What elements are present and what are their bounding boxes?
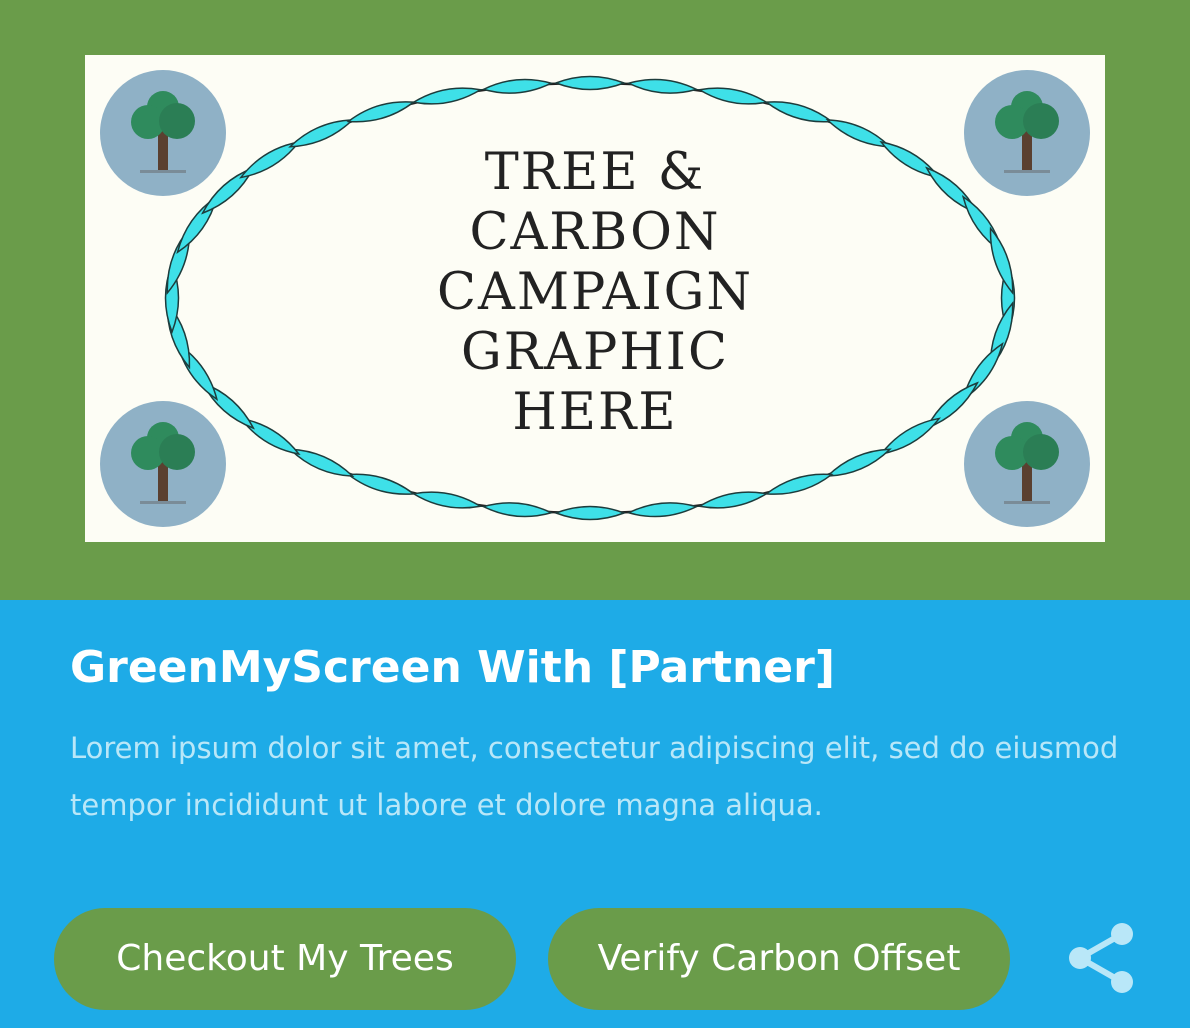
campaign-card: TREE & CARBON CAMPAIGN GRAPHIC HERE Gree… xyxy=(0,0,1190,1028)
wreath-leaf xyxy=(553,505,627,521)
wreath-leaf xyxy=(626,502,699,518)
wreath-leaf xyxy=(411,87,483,105)
hero-banner: TREE & CARBON CAMPAIGN GRAPHIC HERE xyxy=(0,0,1190,600)
wreath-leaf xyxy=(825,448,892,477)
wreath-leaf xyxy=(697,87,769,105)
card-title: GreenMyScreen With [Partner] xyxy=(70,642,835,693)
card-description: Lorem ipsum dolor sit amet, consectetur … xyxy=(70,731,1119,822)
share-icon[interactable] xyxy=(1064,920,1140,996)
graphic-line: CAMPAIGN xyxy=(436,263,754,322)
graphic-line: CARBON xyxy=(469,203,721,262)
wreath-leaf xyxy=(553,75,627,91)
wreath-leaf xyxy=(825,119,892,148)
checkout-my-trees-button[interactable]: Checkout My Trees xyxy=(54,908,516,1010)
wreath-leaf xyxy=(764,473,834,495)
verify-carbon-offset-button[interactable]: Verify Carbon Offset xyxy=(548,908,1010,1010)
wreath-leaf xyxy=(288,119,355,148)
graphic-line: HERE xyxy=(512,383,678,442)
wreath-leaf xyxy=(481,78,554,94)
tree-icon xyxy=(99,400,227,528)
graphic-line: GRAPHIC xyxy=(461,323,729,382)
campaign-graphic: TREE & CARBON CAMPAIGN GRAPHIC HERE xyxy=(85,55,1105,542)
card-info: GreenMyScreen With [Partner] Lorem ipsum… xyxy=(0,600,1190,1028)
tree-icon xyxy=(99,69,227,197)
wreath-leaf xyxy=(481,502,554,518)
wreath-leaf xyxy=(346,473,416,495)
wreath-leaf xyxy=(411,491,483,509)
wreath-leaf xyxy=(764,101,834,123)
tree-icon xyxy=(963,400,1091,528)
graphic-line: TREE & xyxy=(484,143,706,202)
graphic-placeholder-text: TREE & CARBON CAMPAIGN GRAPHIC HERE xyxy=(415,143,775,443)
wreath-leaf xyxy=(697,491,769,509)
wreath-leaf xyxy=(288,448,355,477)
tree-icon xyxy=(963,69,1091,197)
wreath-leaf xyxy=(346,101,416,123)
wreath-leaf xyxy=(626,78,699,94)
